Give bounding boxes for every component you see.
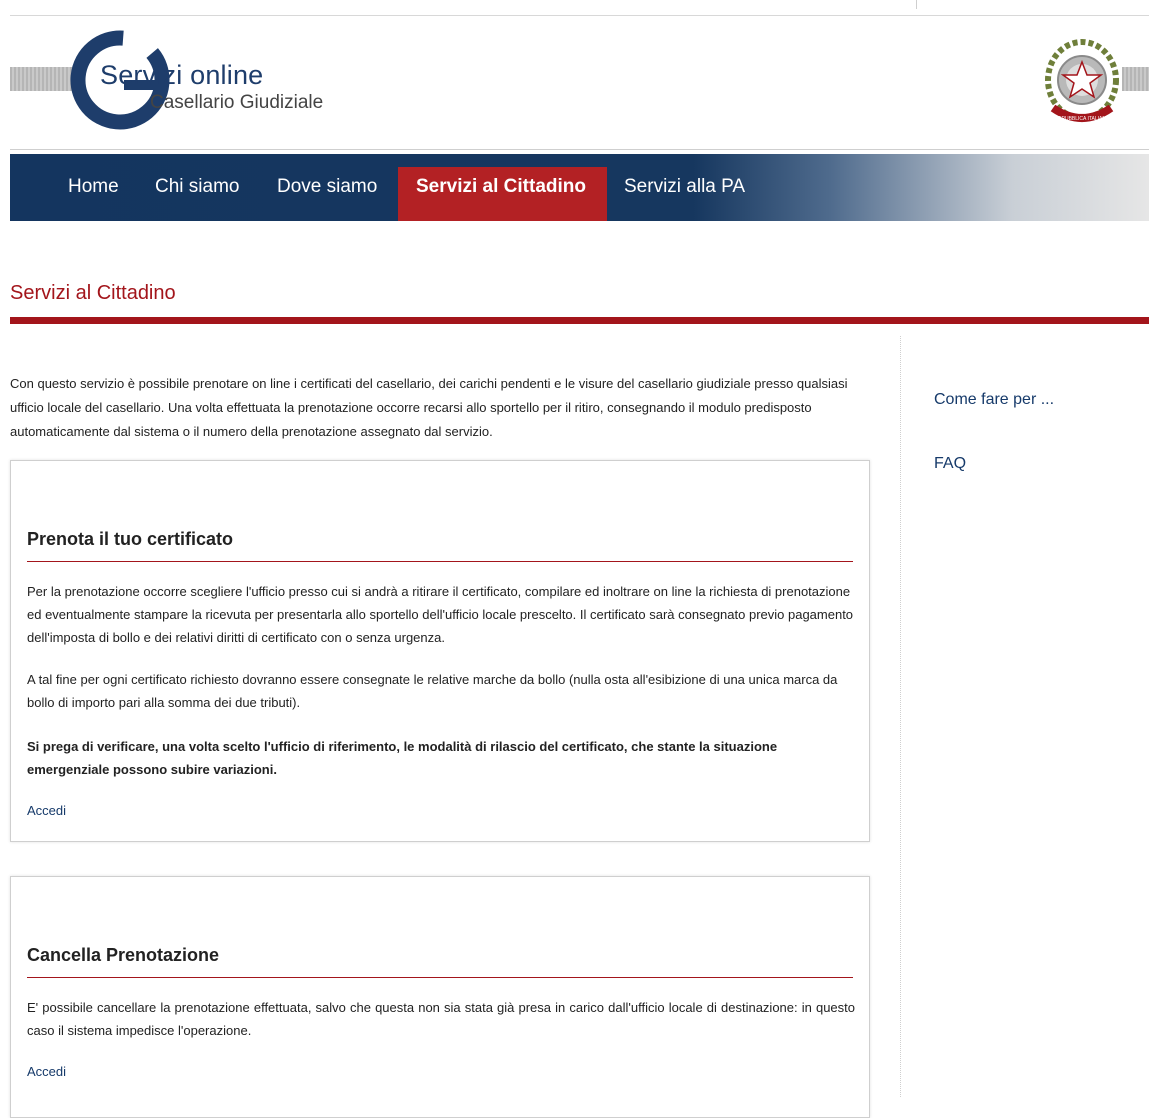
page-title-rule <box>10 317 1149 324</box>
sidebar-link-come-fare[interactable]: Come fare per ... <box>934 391 1054 409</box>
accedi-link-prenota[interactable]: Accedi <box>27 803 66 818</box>
intro-text: Con questo servizio è possibile prenotar… <box>10 376 848 439</box>
card-title-rule <box>27 977 853 978</box>
accedi-link-cancella[interactable]: Accedi <box>27 1064 66 1079</box>
top-tick <box>916 0 917 9</box>
sidebar-link-faq[interactable]: FAQ <box>934 455 966 473</box>
card-title: Cancella Prenotazione <box>27 945 220 965</box>
sidebar-divider <box>900 336 901 1097</box>
main-nav: Home Chi siamo Dove siamo Servizi al Cit… <box>10 154 1149 221</box>
nav-dove-siamo[interactable]: Dove siamo <box>277 176 377 198</box>
italian-republic-emblem-icon: REPUBBLICA ITALIANA <box>1045 39 1119 122</box>
card-paragraph: A tal fine per ogni certificato richiest… <box>27 672 838 710</box>
logo-title: Servizi online <box>100 60 264 90</box>
nav-servizi-pa[interactable]: Servizi alla PA <box>624 176 745 198</box>
page-title: Servizi al Cittadino <box>10 282 176 304</box>
nav-home[interactable]: Home <box>68 176 119 198</box>
header-divider <box>10 149 1149 150</box>
emblem-label: REPUBBLICA ITALIANA <box>1055 116 1110 122</box>
card-prenota: Prenota il tuo certificato Per la prenot… <box>10 460 870 842</box>
logo-subtitle: Casellario Giudiziale <box>150 92 324 113</box>
card-title: Prenota il tuo certificato <box>27 529 234 549</box>
nav-servizi-cittadino-label: Servizi al Cittadino <box>416 176 586 197</box>
card-paragraph: E' possibile cancellare la prenotazione … <box>27 1000 855 1038</box>
card-title-rule <box>27 561 853 562</box>
nav-chi-siamo[interactable]: Chi siamo <box>155 176 239 198</box>
header-stripe-right <box>1122 67 1149 91</box>
card-cancella: Cancella Prenotazione E' possibile cance… <box>10 876 870 1118</box>
top-divider <box>10 15 1149 16</box>
card-paragraph: Per la prenotazione occorre scegliere l'… <box>27 584 854 645</box>
nav-servizi-cittadino[interactable]: Servizi al Cittadino <box>398 167 607 221</box>
card-notice: Si prega di verificare, una volta scelto… <box>27 739 778 777</box>
